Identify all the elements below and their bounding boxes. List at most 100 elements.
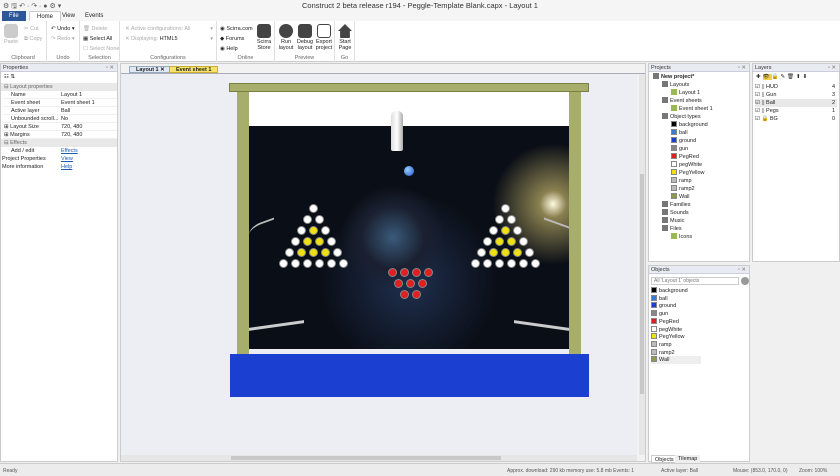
scirra-link[interactable]: ◉ Scirra.com [220,26,253,32]
tab-objects[interactable]: Objects [651,455,678,463]
pin-close-icons[interactable]: ▫ ✕ [828,64,836,72]
tab-event-sheet-1[interactable]: Event sheet 1 [169,66,219,73]
property-row[interactable]: ⊞ Margins 720, 480 [3,131,117,139]
property-row[interactable]: Name Layout 1 [3,91,117,99]
peg-white[interactable] [507,215,516,224]
peg-yellow[interactable] [315,237,324,246]
peg-white[interactable] [303,215,312,224]
visible-checkbox[interactable]: ☑ [755,84,760,90]
scirra-store-button[interactable]: Scirra Store [255,24,273,51]
peg-white[interactable] [483,259,492,268]
peg-white[interactable] [315,215,324,224]
project-tree-item[interactable]: Sounds [662,209,689,217]
peg-white[interactable] [495,259,504,268]
view-link[interactable]: View [61,155,73,163]
project-tree-item[interactable]: Event sheets [662,97,702,105]
property-value[interactable]: Ball [61,107,70,115]
peg-white[interactable] [321,226,330,235]
peg-white[interactable] [483,237,492,246]
tab-layout-1[interactable]: Layout 1 ✕ [129,66,172,73]
peg-white[interactable] [327,237,336,246]
layer-row[interactable]: ☑ ▯ HUD 4 [755,83,837,91]
project-tree-item[interactable]: PegRed [671,153,699,161]
peg-yellow[interactable] [309,226,318,235]
copy-button[interactable]: ⧉ Copy [24,36,42,43]
tab-file[interactable]: File [2,11,26,21]
visible-checkbox[interactable]: ☑ [755,100,760,106]
object-item[interactable]: Wall [651,356,701,365]
active-configurations-dropdown[interactable]: ✕ Active configurations: All ▾ [125,26,213,32]
peg-white[interactable] [315,259,324,268]
peg-white[interactable] [507,259,516,268]
ground[interactable] [230,354,589,397]
peg-white[interactable] [477,248,486,257]
peg-white[interactable] [285,248,294,257]
peg-white[interactable] [303,259,312,268]
peg-red[interactable] [424,268,433,277]
layout-canvas[interactable] [121,74,637,455]
forums-link[interactable]: ◆ Forums [220,36,244,42]
ball[interactable] [404,166,414,176]
peg-yellow[interactable] [489,248,498,257]
delete-button[interactable]: 🗑 Delete [83,26,107,32]
peg-white[interactable] [471,259,480,268]
layers-toolbar[interactable]: ✚👁🔒✎🗑⬆⬇ [756,73,809,81]
start-page-button[interactable]: Start Page [337,24,353,51]
peg-red[interactable] [412,290,421,299]
visible-checkbox[interactable]: ☑ [755,92,760,98]
project-tree-item[interactable]: Event sheet 1 [671,105,713,113]
peg-yellow[interactable] [501,226,510,235]
sort-icons[interactable]: ☷ ⇅ [4,73,15,81]
peg-yellow[interactable] [303,237,312,246]
pin-close-icons[interactable]: ▫ ✕ [738,64,746,72]
section-layout-properties[interactable]: ⊟ Layout properties [1,83,117,91]
peg-red[interactable] [400,290,409,299]
property-value[interactable]: 720, 480 [61,131,82,139]
peg-yellow[interactable] [309,248,318,257]
property-value[interactable]: No [61,115,68,123]
peg-white[interactable] [291,259,300,268]
project-tree-item[interactable]: ramp [671,177,692,185]
project-tree-item[interactable]: Families [662,201,690,209]
tab-events[interactable]: Events [78,11,110,21]
property-row[interactable]: ⊞ Layout Size 720, 480 [3,123,117,131]
peg-white[interactable] [513,226,522,235]
peg-red[interactable] [406,279,415,288]
project-tree-item[interactable]: background [671,121,708,129]
select-none-button[interactable]: ☐ Select None [83,46,119,52]
objects-filter-input[interactable] [651,277,739,285]
peg-red[interactable] [418,279,427,288]
peg-white[interactable] [291,237,300,246]
project-tree-item[interactable]: Layout 1 [671,89,700,97]
wall-right[interactable] [569,92,581,354]
layer-row[interactable]: ☑ 🔒 BG 0 [755,115,837,123]
layer-row[interactable]: ☑ ▯ Ball 2 [755,99,837,107]
peg-white[interactable] [531,259,540,268]
peg-white[interactable] [309,204,318,213]
peg-yellow[interactable] [513,248,522,257]
project-tree-item[interactable]: Layouts [662,81,689,89]
peg-yellow[interactable] [297,248,306,257]
cut-button[interactable]: ✂ Cut [24,26,39,32]
peg-red[interactable] [400,268,409,277]
project-tree-item[interactable]: Icons [671,233,692,241]
pin-close-icons[interactable]: ▫ ✕ [738,266,746,274]
peg-white[interactable] [519,237,528,246]
property-row[interactable]: Event sheet Event sheet 1 [3,99,117,107]
peg-yellow[interactable] [501,248,510,257]
peg-white[interactable] [279,259,288,268]
project-tree-item[interactable]: Object types [662,113,701,121]
peg-red[interactable] [394,279,403,288]
peg-white[interactable] [489,226,498,235]
horizontal-scrollbar[interactable] [121,455,637,461]
project-tree-item[interactable]: Files [662,225,682,233]
settings-icon[interactable] [741,277,749,285]
peg-white[interactable] [333,248,342,257]
wall-left[interactable] [237,92,249,354]
pin-close-icons[interactable]: ▫ ✕ [106,64,114,72]
redo-button[interactable]: ↷ Redo ▾ [51,36,75,42]
peg-white[interactable] [297,226,306,235]
project-tree-item[interactable]: ramp2 [671,185,695,193]
property-value[interactable]: Event sheet 1 [61,99,95,107]
tab-tilemap[interactable]: Tilemap [675,455,701,463]
